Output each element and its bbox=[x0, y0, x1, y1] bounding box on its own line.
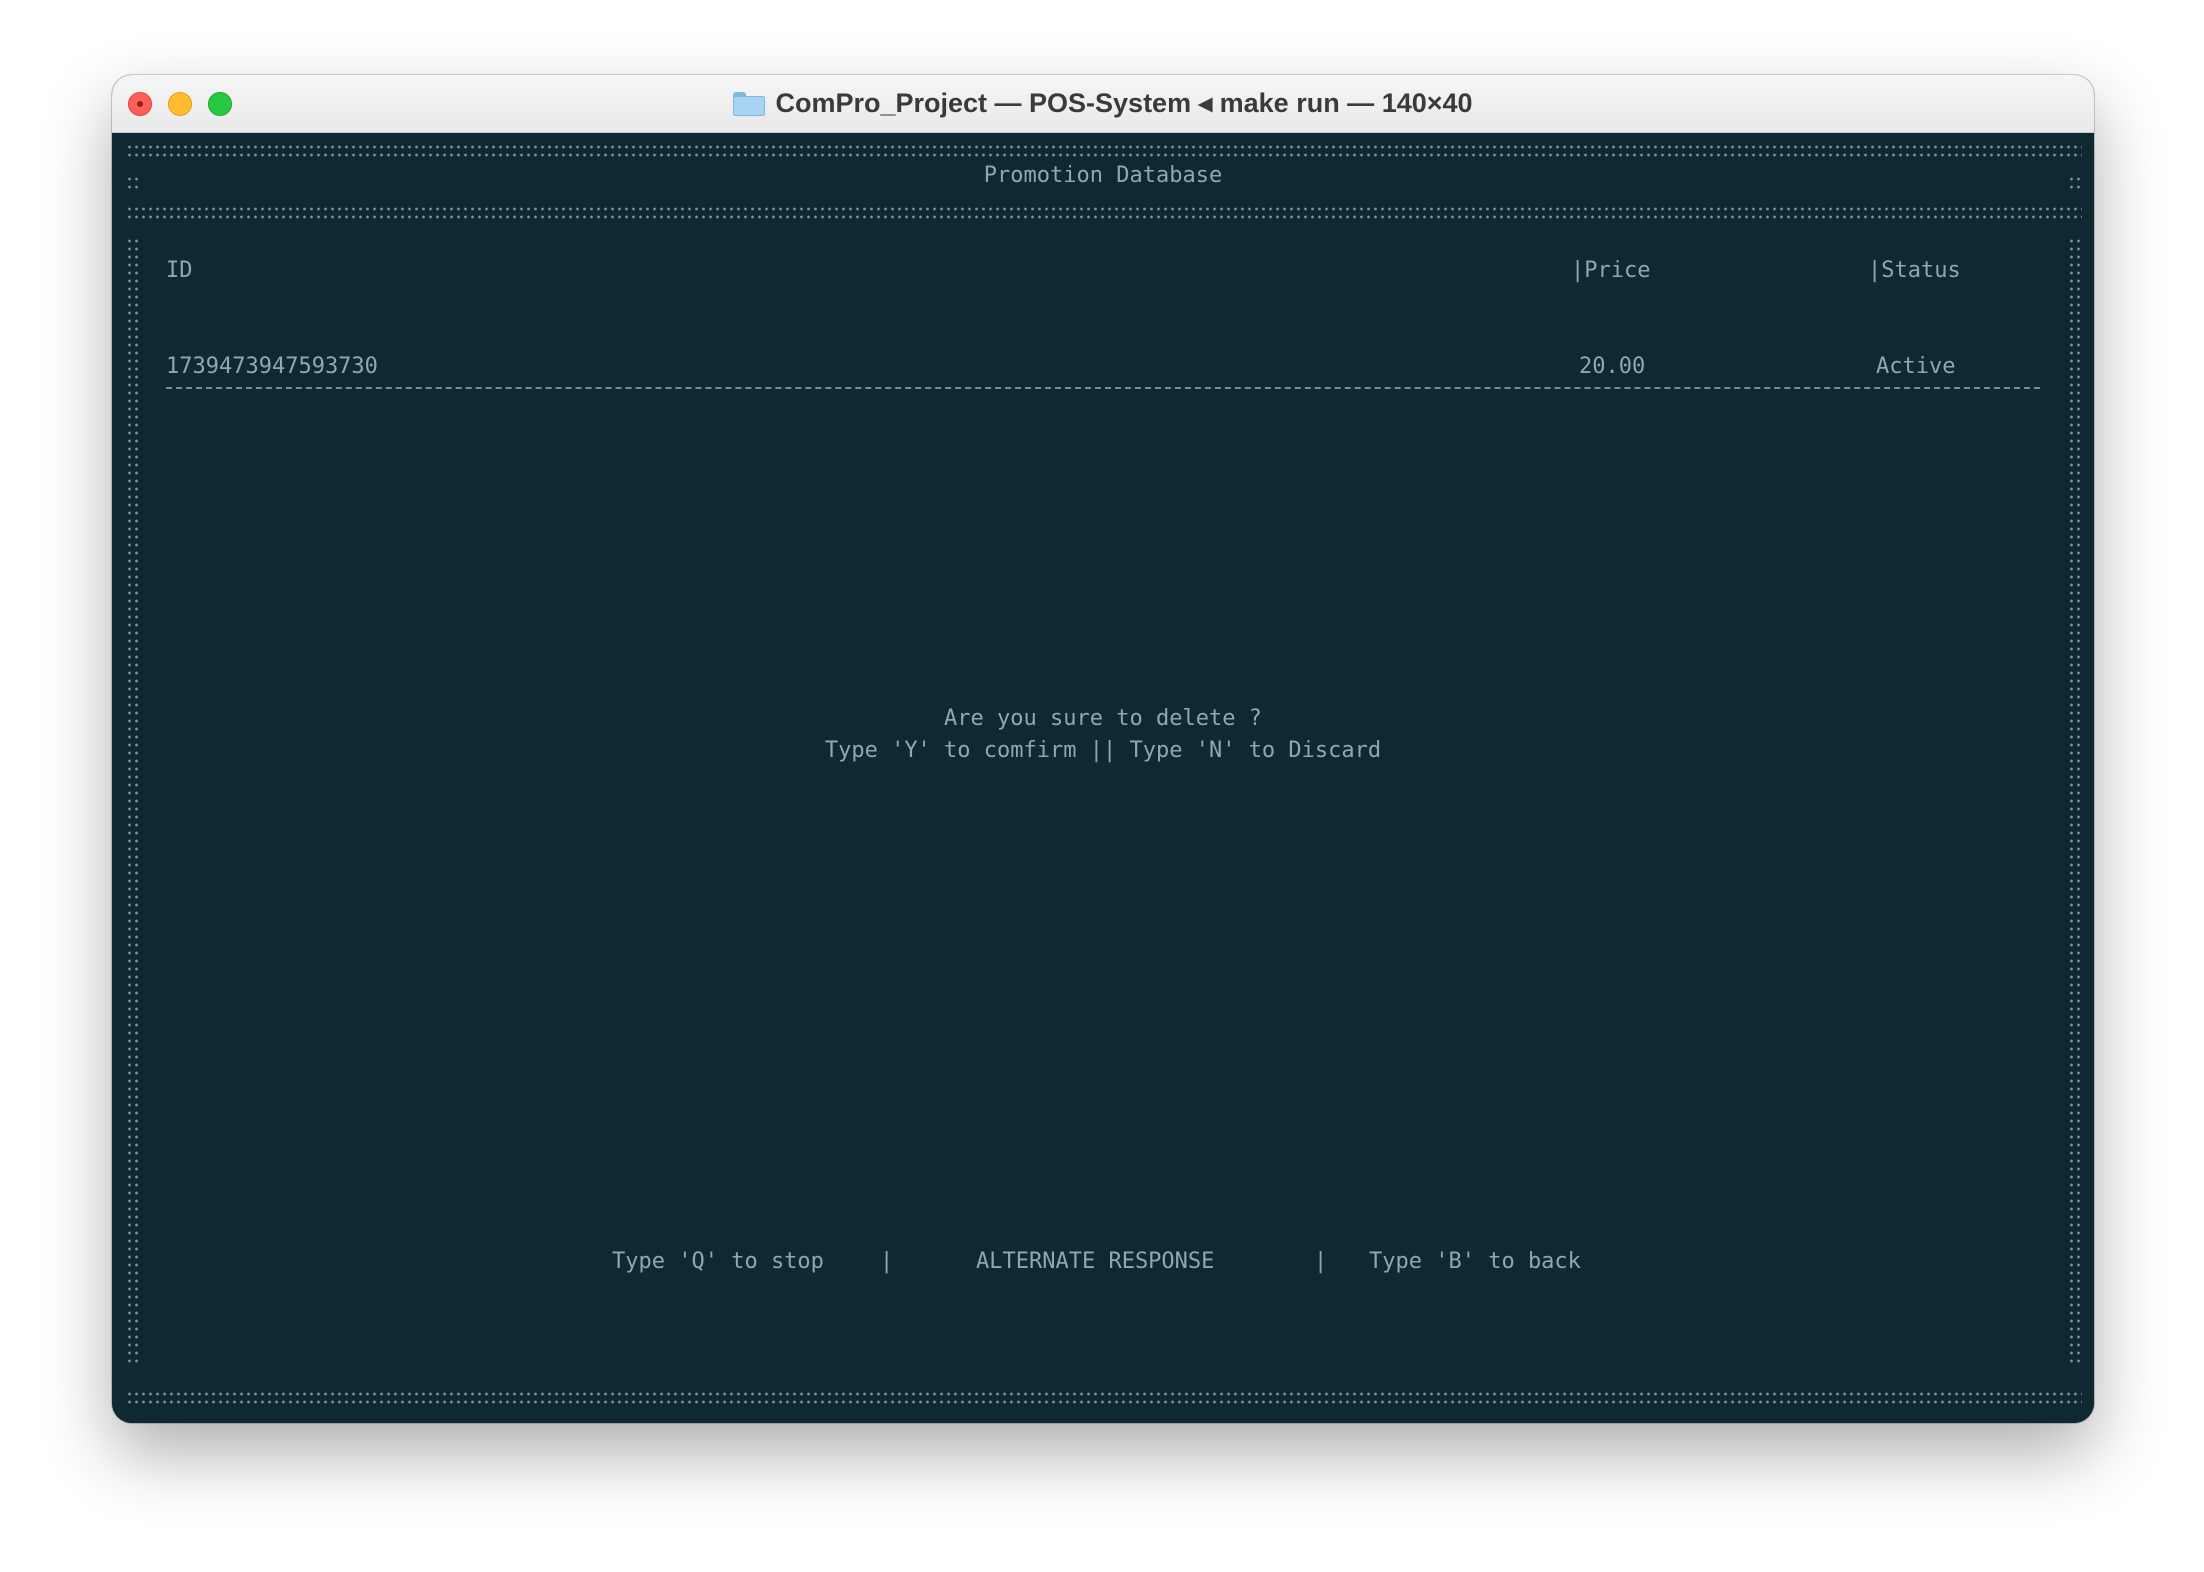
footer-back-hint: Type 'B' to back bbox=[1369, 1249, 1581, 1274]
terminal-window: ComPro_Project — POS-System ◂ make run —… bbox=[112, 75, 2094, 1423]
border-bottom bbox=[126, 1390, 2082, 1406]
footer-alternate: ALTERNATE RESPONSE bbox=[976, 1249, 1215, 1274]
title-bar: ComPro_Project — POS-System ◂ make run —… bbox=[112, 75, 2094, 133]
footer-separator: | bbox=[880, 1249, 894, 1274]
row-id: 1739473947593730 bbox=[166, 354, 378, 379]
folder-icon bbox=[733, 91, 766, 116]
page-title: Promotion Database bbox=[983, 163, 1223, 188]
border-left bbox=[126, 237, 138, 1363]
table-divider bbox=[166, 387, 2040, 389]
border-header-bottom bbox=[126, 205, 2082, 221]
delete-confirm-question: Are you sure to delete ? bbox=[944, 706, 1262, 731]
title-group: ComPro_Project — POS-System ◂ make run —… bbox=[112, 75, 2094, 132]
window-title: ComPro_Project — POS-System ◂ make run —… bbox=[775, 88, 1473, 118]
delete-confirm-instructions: Type 'Y' to comfirm || Type 'N' to Disca… bbox=[824, 738, 1382, 763]
column-header-id: ID bbox=[166, 258, 193, 283]
footer-stop-hint: Type 'Q' to stop bbox=[612, 1249, 824, 1274]
row-price: 20.00 bbox=[1579, 354, 1646, 379]
row-status: Active bbox=[1876, 354, 1956, 379]
border-right bbox=[2068, 237, 2080, 1363]
column-header-price: |Price bbox=[1571, 258, 1651, 283]
terminal-screen[interactable]: Promotion Database ID |Price |Status 173… bbox=[112, 133, 2094, 1423]
column-header-status: |Status bbox=[1868, 258, 1961, 283]
border-top bbox=[126, 143, 2082, 159]
footer-separator-2: | bbox=[1314, 1249, 1328, 1274]
